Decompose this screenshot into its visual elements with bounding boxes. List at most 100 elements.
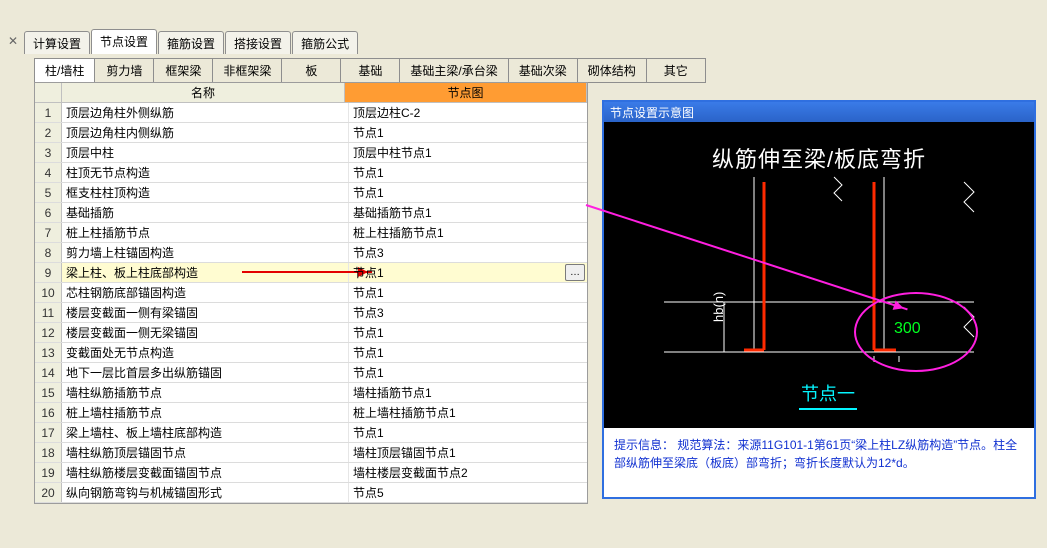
row-number: 14 <box>35 363 62 382</box>
table-row[interactable]: 8剪力墙上柱锚固构造节点3 <box>35 243 587 263</box>
row-name: 墙柱纵筋顶层锚固节点 <box>62 443 349 462</box>
table-row[interactable]: 7桩上柱插筋节点桩上柱插筋节点1 <box>35 223 587 243</box>
row-number: 10 <box>35 283 62 302</box>
row-node[interactable]: 墙柱顶层锚固节点1 <box>349 443 587 462</box>
row-number: 20 <box>35 483 62 502</box>
inner-tab-other[interactable]: 其它 <box>647 58 706 83</box>
inner-tab-foundation-main[interactable]: 基础主梁/承台梁 <box>400 58 508 83</box>
inner-tab-shearwall[interactable]: 剪力墙 <box>95 58 154 83</box>
tab-stirrup-formula[interactable]: 箍筋公式 <box>292 31 358 54</box>
row-node[interactable]: 节点5 <box>349 483 587 502</box>
row-name: 顶层边角柱内侧纵筋 <box>62 123 349 142</box>
row-name: 框支柱柱顶构造 <box>62 183 349 202</box>
row-node[interactable]: 顶层边柱C-2 <box>349 103 587 122</box>
row-number: 17 <box>35 423 62 442</box>
table-row[interactable]: 14地下一层比首层多出纵筋锚固节点1 <box>35 363 587 383</box>
table-row[interactable]: 2顶层边角柱内侧纵筋节点1 <box>35 123 587 143</box>
col-header-num <box>35 83 62 103</box>
diagram-node-label: 节点一 <box>799 380 857 410</box>
table-row[interactable]: 4柱顶无节点构造节点1 <box>35 163 587 183</box>
diagram-dim-hbn: hb(n) <box>711 292 726 322</box>
table-row[interactable]: 15墙柱纵筋插筋节点墙柱插筋节点1 <box>35 383 587 403</box>
row-node[interactable]: 节点1 <box>349 323 587 342</box>
row-number: 5 <box>35 183 62 202</box>
row-number: 11 <box>35 303 62 322</box>
diagram-panel: 节点设置示意图 纵筋伸至梁/板底弯折 <box>602 100 1036 499</box>
diagram-footer-label: 提示信息： <box>614 438 674 452</box>
table-row[interactable]: 10芯柱钢筋底部锚固构造节点1 <box>35 283 587 303</box>
row-node[interactable]: 节点3 <box>349 243 587 262</box>
row-name: 基础插筋 <box>62 203 349 222</box>
row-number: 8 <box>35 243 62 262</box>
col-header-name[interactable]: 名称 <box>62 83 345 103</box>
table-row[interactable]: 18墙柱纵筋顶层锚固节点墙柱顶层锚固节点1 <box>35 443 587 463</box>
row-node[interactable]: 基础插筋节点1 <box>349 203 587 222</box>
row-number: 18 <box>35 443 62 462</box>
tab-calc-settings[interactable]: 计算设置 <box>24 31 90 54</box>
row-number: 3 <box>35 143 62 162</box>
inner-tab-masonry[interactable]: 砌体结构 <box>578 58 647 83</box>
row-node[interactable]: 节点1 <box>349 363 587 382</box>
table-body: 1顶层边角柱外侧纵筋顶层边柱C-22顶层边角柱内侧纵筋节点13顶层中柱顶层中柱节… <box>35 103 587 503</box>
tabstrip-divider <box>24 54 1041 55</box>
row-number: 12 <box>35 323 62 342</box>
node-table: 名称 节点图 1顶层边角柱外侧纵筋顶层边柱C-22顶层边角柱内侧纵筋节点13顶层… <box>34 82 588 504</box>
table-row[interactable]: 19墙柱纵筋楼层变截面锚固节点墙柱楼层变截面节点2 <box>35 463 587 483</box>
row-node[interactable]: 节点1 <box>349 183 587 202</box>
table-row[interactable]: 11楼层变截面一侧有梁锚固节点3 <box>35 303 587 323</box>
diagram-title: 节点设置示意图 <box>604 102 1034 122</box>
row-node[interactable]: 节点1 <box>349 283 587 302</box>
table-row[interactable]: 3顶层中柱顶层中柱节点1 <box>35 143 587 163</box>
inner-tab-foundation[interactable]: 基础 <box>341 58 400 83</box>
row-name: 墙柱纵筋楼层变截面锚固节点 <box>62 463 349 482</box>
row-node[interactable]: 墙柱插筋节点1 <box>349 383 587 402</box>
close-icon[interactable]: ✕ <box>6 34 20 48</box>
table-row[interactable]: 13变截面处无节点构造节点1 <box>35 343 587 363</box>
row-node[interactable]: 节点1 <box>349 343 587 362</box>
row-name: 桩上墙柱插筋节点 <box>62 403 349 422</box>
row-number: 9 <box>35 263 62 282</box>
row-name: 变截面处无节点构造 <box>62 343 349 362</box>
table-header: 名称 节点图 <box>35 83 587 103</box>
table-row[interactable]: 16桩上墙柱插筋节点桩上墙柱插筋节点1 <box>35 403 587 423</box>
row-node[interactable]: 墙柱楼层变截面节点2 <box>349 463 587 482</box>
inner-tabbar: 柱/墙柱 剪力墙 框架梁 非框架梁 板 基础 基础主梁/承台梁 基础次梁 砌体结… <box>34 58 706 83</box>
row-node[interactable]: 桩上墙柱插筋节点1 <box>349 403 587 422</box>
row-name: 纵向钢筋弯钩与机械锚固形式 <box>62 483 349 502</box>
table-row[interactable]: 9梁上柱、板上柱底部构造节点1… <box>35 263 587 283</box>
row-name: 墙柱纵筋插筋节点 <box>62 383 349 402</box>
inner-tab-slab[interactable]: 板 <box>282 58 341 83</box>
col-header-node[interactable]: 节点图 <box>345 83 587 103</box>
row-node[interactable]: 节点1… <box>349 263 587 282</box>
tab-node-settings[interactable]: 节点设置 <box>91 29 157 54</box>
row-number: 4 <box>35 163 62 182</box>
row-number: 13 <box>35 343 62 362</box>
row-name: 顶层边角柱外侧纵筋 <box>62 103 349 122</box>
row-node[interactable]: 顶层中柱节点1 <box>349 143 587 162</box>
inner-tab-foundation-secondary[interactable]: 基础次梁 <box>509 58 578 83</box>
row-name: 楼层变截面一侧无梁锚固 <box>62 323 349 342</box>
tab-lap-settings[interactable]: 搭接设置 <box>225 31 291 54</box>
inner-tab-nonframebeam[interactable]: 非框架梁 <box>213 58 282 83</box>
tab-stirrup-settings[interactable]: 箍筋设置 <box>158 31 224 54</box>
row-node[interactable]: 节点1 <box>349 423 587 442</box>
table-row[interactable]: 1顶层边角柱外侧纵筋顶层边柱C-2 <box>35 103 587 123</box>
row-node[interactable]: 节点1 <box>349 163 587 182</box>
row-name: 芯柱钢筋底部锚固构造 <box>62 283 349 302</box>
table-row[interactable]: 12楼层变截面一侧无梁锚固节点1 <box>35 323 587 343</box>
table-row[interactable]: 5框支柱柱顶构造节点1 <box>35 183 587 203</box>
inner-tab-framebeam[interactable]: 框架梁 <box>154 58 213 83</box>
table-row[interactable]: 6基础插筋基础插筋节点1 <box>35 203 587 223</box>
annotation-ellipse <box>854 292 978 372</box>
diagram-footer: 提示信息： 规范算法：来源11G101-1第61页“梁上柱LZ纵筋构造”节点。柱… <box>604 428 1034 480</box>
row-node[interactable]: 桩上柱插筋节点1 <box>349 223 587 242</box>
row-name: 柱顶无节点构造 <box>62 163 349 182</box>
row-node[interactable]: 节点1 <box>349 123 587 142</box>
table-row[interactable]: 20纵向钢筋弯钩与机械锚固形式节点5 <box>35 483 587 503</box>
top-tabbar: 计算设置 节点设置 箍筋设置 搭接设置 箍筋公式 <box>24 32 359 54</box>
inner-tab-column[interactable]: 柱/墙柱 <box>34 58 95 83</box>
row-number: 2 <box>35 123 62 142</box>
row-node[interactable]: 节点3 <box>349 303 587 322</box>
table-row[interactable]: 17梁上墙柱、板上墙柱底部构造节点1 <box>35 423 587 443</box>
row-ellipsis-button[interactable]: … <box>565 264 585 281</box>
